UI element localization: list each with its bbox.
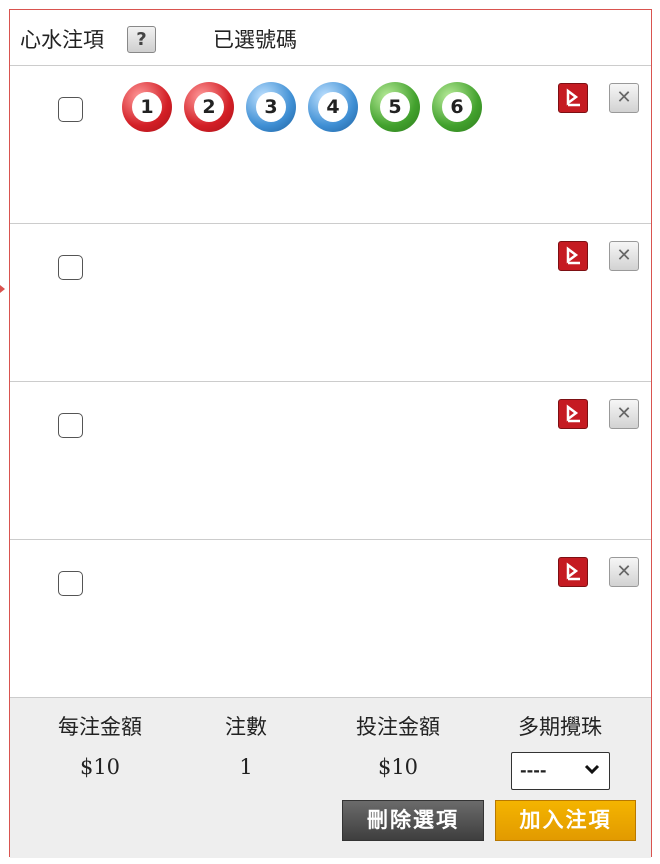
bet-slip-header: 心水注項 ? 已選號碼 [10, 10, 651, 66]
download-icon[interactable] [558, 557, 588, 587]
bet-row: 1 2 3 4 5 6 ✕ [10, 66, 651, 224]
bet-row: ✕ [10, 224, 651, 382]
number-ball: 6 [432, 82, 482, 132]
row-checkbox[interactable] [58, 97, 83, 122]
multi-draw-selected-value: ---- [520, 761, 547, 780]
multi-draw-label: 多期攪珠 [518, 715, 602, 739]
unit-amount-value: $10 [79, 755, 121, 779]
close-icon[interactable]: ✕ [609, 241, 639, 271]
multi-draw-select[interactable]: ---- [511, 752, 610, 790]
ball-number: 2 [194, 92, 224, 122]
number-ball: 2 [184, 82, 234, 132]
bet-row: ✕ [10, 540, 651, 698]
lucky-bets-heading: 心水注項 [20, 28, 104, 52]
unit-amount-label: 每注金額 [58, 715, 142, 739]
ball-number: 6 [442, 92, 472, 122]
ball-number: 1 [132, 92, 162, 122]
row-checkbox[interactable] [58, 413, 83, 438]
row-checkbox[interactable] [58, 571, 83, 596]
add-bet-button[interactable]: 加入注項 [495, 800, 636, 841]
total-amount-label: 投注金額 [356, 715, 440, 739]
selected-numbers-heading: 已選號碼 [213, 28, 297, 52]
close-icon[interactable]: ✕ [609, 399, 639, 429]
number-ball: 3 [246, 82, 296, 132]
bet-slip-panel: 心水注項 ? 已選號碼 1 2 3 4 5 6 ✕ ✕ ✕ ✕ 每注金額 注數 … [9, 9, 652, 858]
number-ball: 5 [370, 82, 420, 132]
bets-count-value: 1 [239, 755, 253, 779]
bet-row: ✕ [10, 382, 651, 540]
close-icon[interactable]: ✕ [609, 557, 639, 587]
help-icon[interactable]: ? [127, 26, 156, 53]
ball-number: 3 [256, 92, 286, 122]
left-pointer-marker [0, 285, 5, 293]
number-ball: 1 [122, 82, 172, 132]
delete-selection-button[interactable]: 刪除選項 [342, 800, 484, 841]
bet-summary-footer: 每注金額 注數 投注金額 多期攪珠 $10 1 $10 ---- 刪除選項 加入… [10, 697, 651, 858]
download-icon[interactable] [558, 83, 588, 113]
chevron-down-icon [583, 760, 601, 782]
close-icon[interactable]: ✕ [609, 83, 639, 113]
bets-count-label: 注數 [225, 715, 267, 739]
download-icon[interactable] [558, 241, 588, 271]
total-amount-value: $10 [377, 755, 419, 779]
row-checkbox[interactable] [58, 255, 83, 280]
download-icon[interactable] [558, 399, 588, 429]
ball-number: 4 [318, 92, 348, 122]
number-ball: 4 [308, 82, 358, 132]
ball-number: 5 [380, 92, 410, 122]
